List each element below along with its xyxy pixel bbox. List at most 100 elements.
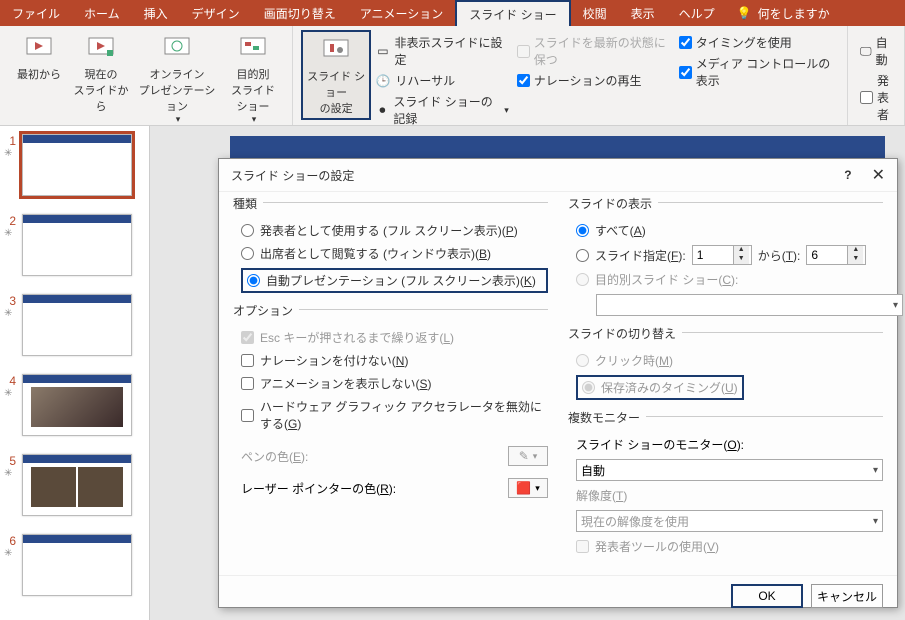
caret-down-icon: ▾ [873,516,878,527]
up-icon[interactable]: ▲ [734,246,749,255]
dialog-body: 種類 発表者として使用する (フル スクリーン表示)(P) 出席者として閲覧する… [219,192,897,575]
check-nohw[interactable]: ハードウェア グラフィック アクセラレータを無効にする(G) [241,398,548,432]
setup-icon [320,34,352,66]
tab-animations[interactable]: アニメーション [348,0,456,26]
fieldset-show-slides: スライドの表示 すべて(A) スライド指定(F): ▲▼ から(T): ▲▼ 目… [568,202,883,316]
online-icon [161,32,193,64]
radio-kiosk-highlight: 自動プレゼンテーション (フル スクリーン表示)(K) [241,268,548,293]
thumb-5[interactable]: 5✳ [4,454,145,516]
from-spinner[interactable]: ▲▼ [692,245,752,265]
lightbulb-icon: 💡 [737,6,752,20]
presentation-icon [23,32,55,64]
clock-icon: 🕒 [375,73,391,89]
thumb-4[interactable]: 4✳ [4,374,145,436]
tab-file[interactable]: ファイル [0,0,72,26]
tell-me[interactable]: 💡 何をしますか [727,0,840,26]
radio-from-to[interactable]: スライド指定(F): ▲▼ から(T): ▲▼ [576,245,883,265]
tab-help[interactable]: ヘルプ [667,0,727,26]
custom-show-icon [237,32,269,64]
dialog-right-col: スライドの表示 すべて(A) スライド指定(F): ▲▼ から(T): ▲▼ 目… [568,202,883,565]
laser-color-row[interactable]: レーザー ポインターの色(R): 🟥▾ [241,478,548,498]
cancel-button[interactable]: キャンセル [811,584,883,608]
tab-transitions[interactable]: 画面切り替え [252,0,348,26]
online-presentation-button[interactable]: オンライン プレゼンテーション▾ [132,30,222,127]
caret-down-icon: ▾ [504,105,509,116]
check-noanim[interactable]: アニメーションを表示しない(S) [241,375,548,392]
down-icon[interactable]: ▼ [848,255,863,264]
caret-down-icon: ▾ [252,114,257,125]
thumb-2[interactable]: 2✳ [4,214,145,276]
monitor-auto-row[interactable]: 🖵自動 [860,32,892,70]
radio-kiosk[interactable]: 自動プレゼンテーション (フル スクリーン表示)(K) [247,272,536,289]
narration-checkbox[interactable]: ナレーションの再生 [517,70,671,91]
thumbnail-pane[interactable]: 1✳ 2✳ 3✳ 4✳ 5✳ 6✳ [0,126,150,620]
setup-slideshow-button[interactable]: スライド ショー の設定 [301,30,371,120]
radio-browser[interactable]: 出席者として閲覧する (ウィンドウ表示)(B) [241,245,548,262]
radio-timings-highlight: 保存済みのタイミング(U) [576,375,744,400]
dialog-titlebar: スライド ショーの設定 ? ✕ [219,159,897,192]
from-beginning-button[interactable]: 最初から [8,30,70,84]
dialog-footer: OK キャンセル [219,575,897,616]
help-button[interactable]: ? [844,168,851,182]
check-nonarration[interactable]: ナレーションを付けない(N) [241,352,548,369]
media-controls-checkbox[interactable]: メディア コントロールの表示 [679,53,835,91]
pen-color-button: ✎▾ [508,446,548,466]
caret-down-icon: ▾ [176,114,181,125]
thumb-6[interactable]: 6✳ [4,534,145,596]
hide-slide-icon: ▭ [375,43,390,59]
timings-checkbox[interactable]: タイミングを使用 [679,32,835,53]
ok-button[interactable]: OK [731,584,803,608]
thumb-3[interactable]: 3✳ [4,294,145,356]
tab-insert[interactable]: 挿入 [132,0,180,26]
check-presenter-view: 発表者ツールの使用(V) [576,538,883,555]
dialog-left-col: 種類 発表者として使用する (フル スクリーン表示)(P) 出席者として閲覧する… [233,202,548,565]
radio-all[interactable]: すべて(A) [576,222,883,239]
group-monitors: 🖵自動 発表者 [848,26,905,125]
tell-me-label: 何をしますか [758,5,830,22]
ribbon-tabs: ファイル ホーム 挿入 デザイン 画面切り替え アニメーション スライド ショー… [0,0,905,26]
group-start-slideshow: 最初から 現在の スライドから オンライン プレゼンテーション▾ 目的別 スライ… [0,26,293,125]
rehearse-button[interactable]: 🕒リハーサル [375,70,508,91]
setup-dialog: スライド ショーの設定 ? ✕ 種類 発表者として使用する (フル スクリーン表… [218,158,898,608]
close-button[interactable]: ✕ [868,165,889,185]
keep-latest-checkbox: スライドを最新の状態に保つ [517,32,671,70]
thumb-1[interactable]: 1✳ [4,134,145,196]
dialog-title-text: スライド ショーの設定 [231,167,354,184]
record-button[interactable]: ⏺スライド ショーの記録▾ [375,91,508,129]
caret-down-icon: ▾ [873,465,878,476]
tab-home[interactable]: ホーム [72,0,132,26]
group-setup: スライド ショー の設定 ▭非表示スライドに設定 🕒リハーサル ⏺スライド ショ… [293,26,848,125]
caret-down-icon: ▾ [535,483,540,494]
radio-presenter[interactable]: 発表者として使用する (フル スクリーン表示)(P) [241,222,548,239]
fieldset-advance: スライドの切り替え クリック時(M) 保存済みのタイミング(U) [568,332,883,400]
presentation-current-icon [85,32,117,64]
fieldset-monitors: 複数モニター スライド ショーのモニター(O): 自動▾ 解像度(T) 現在の解… [568,416,883,555]
radio-custom-show: 目的別スライド ショー(C): [576,271,883,288]
radio-timings: 保存済みのタイミング(U) [582,379,738,396]
to-spinner[interactable]: ▲▼ [806,245,866,265]
pen-icon: ✎ [519,449,529,463]
fieldset-type: 種類 発表者として使用する (フル スクリーン表示)(P) 出席者として閲覧する… [233,202,548,293]
tab-view[interactable]: 表示 [619,0,667,26]
radio-manual: クリック時(M) [576,352,883,369]
resolution-select: 現在の解像度を使用▾ [576,510,883,532]
caret-down-icon: ▾ [893,300,898,311]
fieldset-options: オプション Esc キーが押されるまで繰り返す(L) ナレーションを付けない(N… [233,309,548,498]
tab-review[interactable]: 校閲 [571,0,619,26]
hide-slide-button[interactable]: ▭非表示スライドに設定 [375,32,508,70]
up-icon[interactable]: ▲ [848,246,863,255]
from-current-button[interactable]: 現在の スライドから [70,30,132,116]
presenter-view-row[interactable]: 発表者 [860,70,892,125]
tab-slideshow[interactable]: スライド ショー [455,0,570,26]
tab-design[interactable]: デザイン [180,0,252,26]
record-icon: ⏺ [375,102,389,118]
custom-show-select: ▾ [596,294,903,316]
down-icon[interactable]: ▼ [734,255,749,264]
pen-color-row: ペンの色(E): ✎▾ [241,446,548,466]
monitor-icon: 🖵 [860,43,872,59]
custom-slideshow-button[interactable]: 目的別 スライド ショー▾ [222,30,284,127]
laser-color-button[interactable]: 🟥▾ [508,478,548,498]
laser-icon: 🟥 [516,481,531,495]
monitor-select[interactable]: 自動▾ [576,459,883,481]
caret-down-icon: ▾ [533,451,538,462]
